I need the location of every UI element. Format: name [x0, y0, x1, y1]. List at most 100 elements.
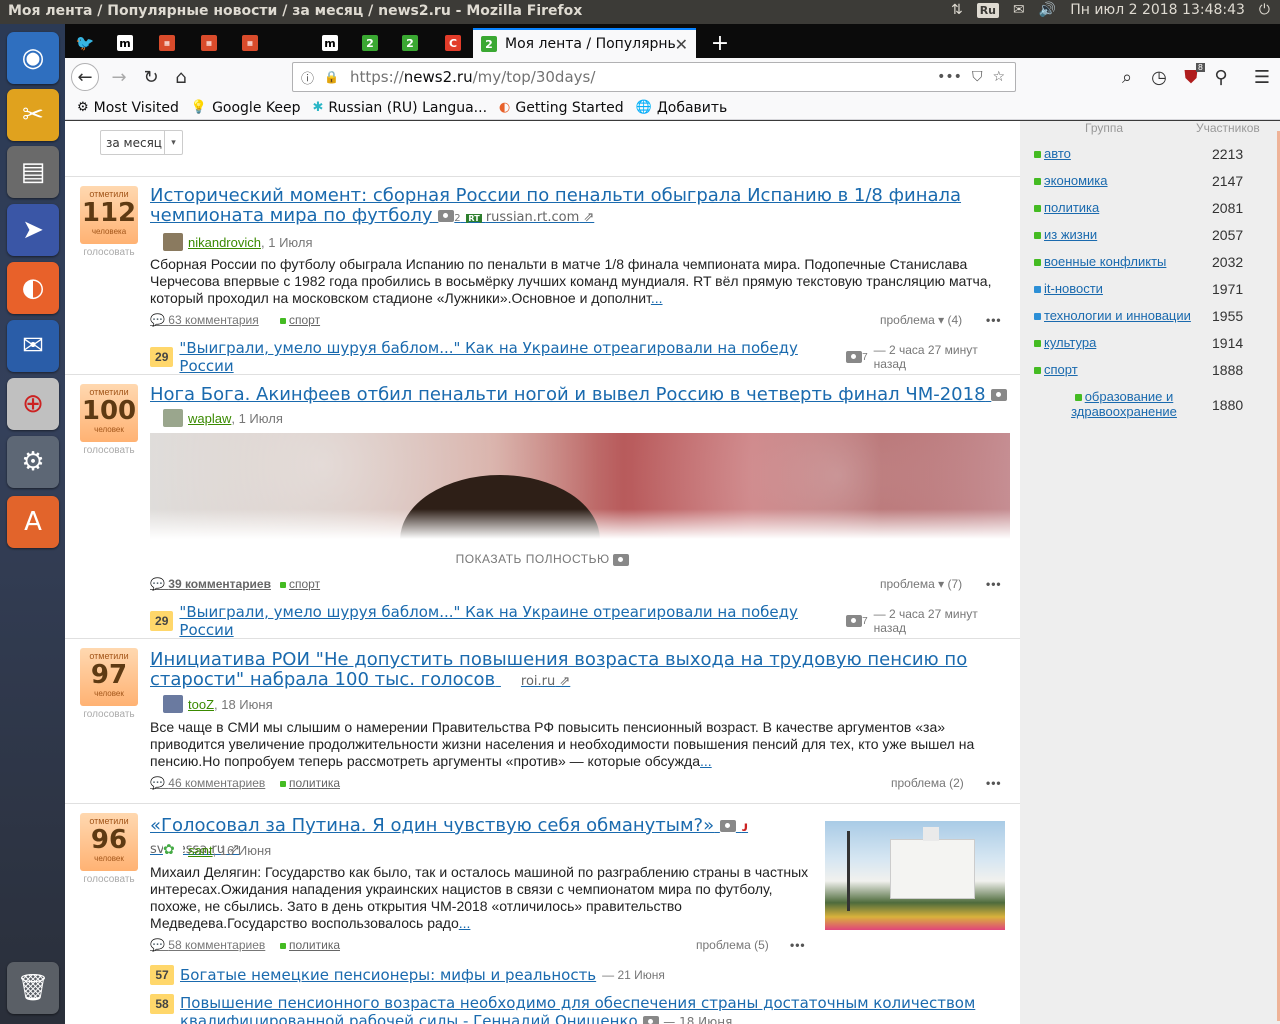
avatar[interactable] — [163, 233, 183, 251]
period-select[interactable]: за месяц ▾ — [100, 130, 183, 155]
bookmark-most-visited[interactable]: ⚙ Most Visited — [77, 100, 179, 116]
tag-link[interactable]: спорт — [280, 313, 320, 327]
thunderbird-icon[interactable]: ✉ — [7, 320, 59, 372]
bookmark-getting-started[interactable]: ◐ Getting Started — [499, 100, 624, 116]
tools-icon[interactable]: ✂ — [7, 89, 59, 141]
vote-counter[interactable]: отметили 100 человек — [80, 384, 138, 442]
pinned-tab-m2[interactable]: m — [310, 28, 350, 58]
home-button[interactable]: ⌂ — [167, 63, 195, 91]
page-actions-button[interactable]: ••• — [937, 69, 962, 85]
author-link[interactable]: waplaw — [188, 411, 231, 426]
vote-link[interactable]: голосовать — [80, 874, 138, 885]
pinned-tab-hype1[interactable]: ▦ — [147, 28, 187, 58]
read-more-link[interactable]: ... — [459, 915, 471, 931]
source-link[interactable]: RT russian.rt.com ⇗ — [466, 210, 594, 225]
bookmark-add[interactable]: 🌐 Добавить — [636, 100, 728, 116]
files-icon[interactable]: ▤ — [7, 146, 59, 198]
pinned-tab-hype3[interactable]: ▦ — [230, 28, 270, 58]
comments-link[interactable]: 💬 39 комментариев — [150, 577, 271, 591]
clock[interactable]: Пн июл 2 2018 13:48:43 — [1070, 2, 1245, 18]
vote-link[interactable]: голосовать — [80, 247, 138, 258]
pinned-tab-twitter[interactable]: 🐦 — [65, 28, 105, 58]
new-tab-button[interactable]: + — [705, 28, 735, 58]
related-link[interactable]: "Выиграли, умело шуруя баблом..." Как на… — [179, 603, 840, 639]
vote-counter[interactable]: отметили 96 человек — [80, 813, 138, 871]
show-full-button[interactable]: ПОКАЗАТЬ ПОЛНОСТЬЮ — [65, 552, 1020, 566]
comments-link[interactable]: 💬 63 комментария — [150, 313, 259, 327]
tag-link[interactable]: спорт — [280, 577, 320, 591]
trash-icon[interactable]: 🗑 — [7, 962, 59, 1014]
author-link[interactable]: nikandrovich — [188, 235, 261, 250]
author-link[interactable]: tooZ — [188, 697, 214, 712]
source-link[interactable]: roi.ru ⇗ — [521, 674, 570, 689]
pinned-tab-news2b[interactable]: 2 — [390, 28, 430, 58]
software-center-icon[interactable]: A — [7, 496, 59, 548]
menu-icon[interactable]: ☰ — [1248, 63, 1276, 91]
group-link[interactable]: политика — [1034, 200, 1099, 215]
url-bar[interactable]: ⓘ 🔒 https://news2.ru/my/top/30days/ ••• … — [292, 62, 1016, 92]
back-button[interactable]: ← — [71, 63, 99, 91]
url-text[interactable]: https://news2.ru/my/top/30days/ — [350, 68, 937, 86]
related-link[interactable]: Богатые немецкие пенсионеры: мифы и реал… — [180, 966, 596, 984]
comments-link[interactable]: 💬 58 комментариев — [150, 938, 265, 952]
ubuntu-icon[interactable]: ◉ — [7, 32, 59, 84]
more-options-button[interactable]: ••• — [986, 577, 1002, 591]
vote-link[interactable]: голосовать — [80, 445, 138, 456]
post-title[interactable]: Инициатива РОИ "Не допустить повышения в… — [150, 650, 1000, 692]
forward-button[interactable]: → — [105, 63, 133, 91]
volume-icon[interactable]: 🔊 — [1039, 2, 1056, 18]
history-icon[interactable]: ◷ — [1145, 63, 1173, 91]
group-link[interactable]: культура — [1034, 335, 1096, 350]
close-tab-icon[interactable]: ✕ — [675, 35, 688, 54]
mail-icon[interactable]: ✉ — [1013, 2, 1025, 18]
info-icon[interactable]: ⓘ — [301, 68, 314, 87]
firefox-icon[interactable]: ◐ — [7, 262, 59, 314]
group-link[interactable]: технологии и инновации — [1034, 308, 1191, 323]
comments-link[interactable]: 💬 46 комментариев — [150, 776, 265, 790]
group-link[interactable]: экономика — [1034, 173, 1108, 188]
author-link[interactable]: sant — [188, 843, 213, 858]
more-options-button[interactable]: ••• — [790, 938, 806, 952]
vote-counter[interactable]: отметили 97 человек — [80, 648, 138, 706]
post-title[interactable]: Исторический момент: сборная России по п… — [150, 186, 1000, 229]
tag-link[interactable]: политика — [280, 776, 340, 790]
power-icon[interactable]: ⏻ — [1259, 2, 1270, 18]
reload-button[interactable]: ↻ — [137, 63, 165, 91]
target-icon[interactable]: ⊕ — [7, 378, 59, 430]
presentation-icon[interactable]: ➤ — [7, 204, 59, 256]
pinned-tab-news2a[interactable]: 2 — [350, 28, 390, 58]
network-icon[interactable]: ⇅ — [951, 2, 963, 18]
tag-link[interactable]: политика — [280, 938, 340, 952]
vote-link[interactable]: голосовать — [80, 709, 138, 720]
vote-counter[interactable]: отметили 112 человека — [80, 186, 138, 244]
problem-dropdown[interactable]: проблема ▾ (7) — [880, 577, 962, 591]
related-link[interactable]: "Выиграли, умело шуруя баблом..." Как на… — [179, 339, 840, 375]
pinned-tab-hype2[interactable]: ▦ — [189, 28, 229, 58]
more-options-button[interactable]: ••• — [986, 776, 1002, 790]
pinned-tab-m1[interactable]: m — [105, 28, 145, 58]
group-link[interactable]: из жизни — [1034, 227, 1097, 242]
post-title[interactable]: Нога Бога. Акинфеев отбил пенальти ногой… — [150, 385, 1010, 405]
post-thumbnail[interactable] — [825, 821, 1005, 930]
bookmark-star-icon[interactable]: ☆ — [992, 69, 1005, 85]
group-link[interactable]: военные конфликты — [1034, 254, 1166, 269]
problem-dropdown[interactable]: проблема (5) — [696, 938, 769, 952]
addon-icon[interactable]: ⚲ — [1207, 63, 1235, 91]
search-icon[interactable]: ⌕ — [1113, 63, 1141, 91]
avatar[interactable] — [163, 695, 183, 713]
problem-dropdown[interactable]: проблема (2) — [891, 776, 964, 790]
settings-icon[interactable]: ⚙ — [7, 436, 59, 488]
avatar[interactable]: ✿ — [163, 841, 183, 859]
group-link[interactable]: спорт — [1034, 362, 1078, 377]
group-link[interactable]: it-новости — [1034, 281, 1103, 296]
problem-dropdown[interactable]: проблема ▾ (4) — [880, 313, 962, 327]
group-link[interactable]: образование и здравоохранение — [1059, 389, 1189, 419]
ublock-icon[interactable]: ⛊ 8 — [1177, 63, 1205, 91]
group-link[interactable]: авто — [1034, 146, 1071, 161]
related-link[interactable]: Повышение пенсионного возраста необходим… — [180, 994, 975, 1024]
read-more-link[interactable]: ... — [651, 290, 663, 306]
bookmark-russian-language[interactable]: ✱ Russian (RU) Langua... — [312, 100, 487, 116]
post-image[interactable] — [150, 433, 1010, 539]
more-options-button[interactable]: ••• — [986, 313, 1002, 327]
pinned-tab-rt[interactable]: C — [433, 28, 473, 58]
